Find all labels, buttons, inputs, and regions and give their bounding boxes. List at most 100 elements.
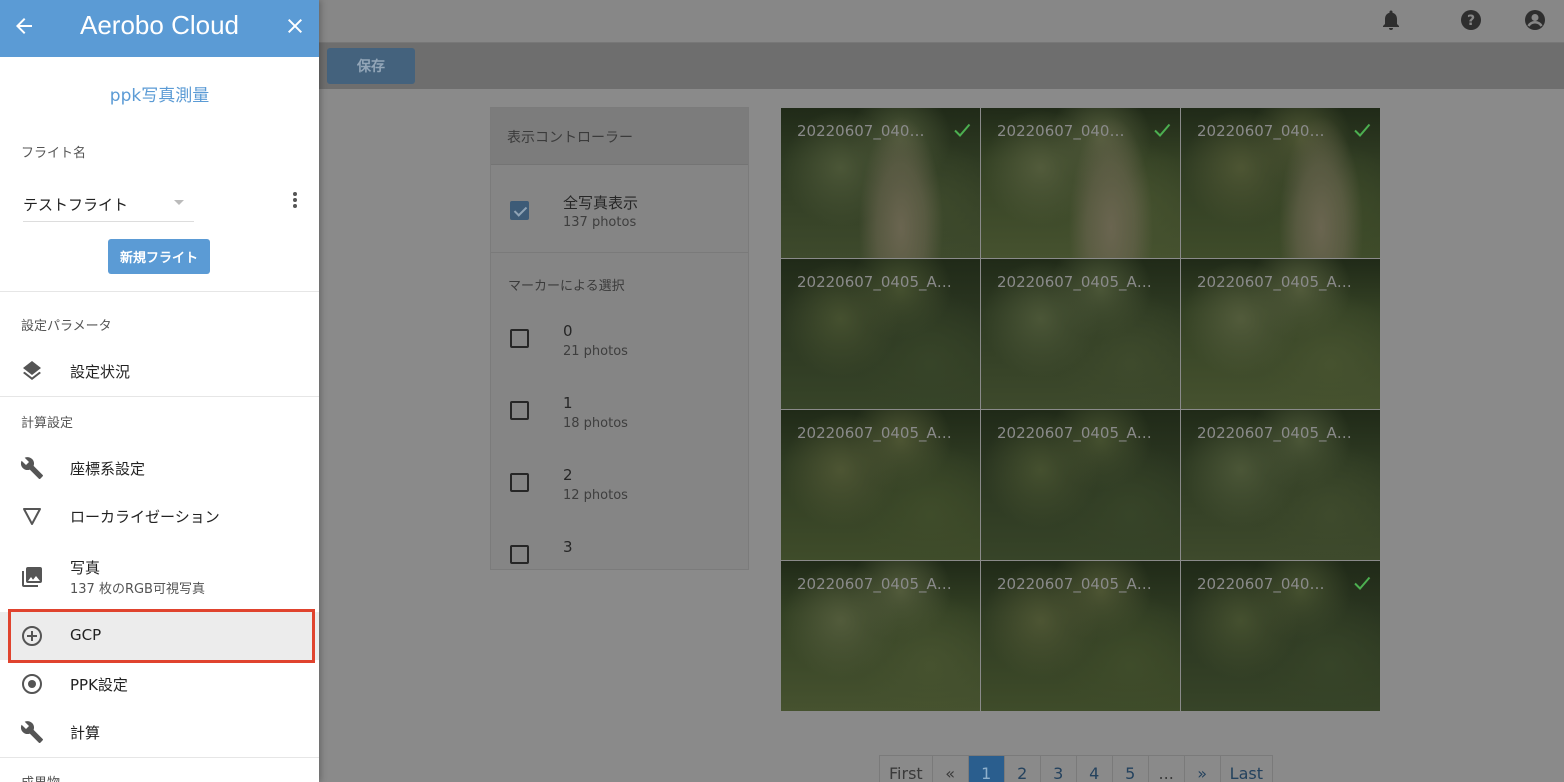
section-calc-label: 計算設定: [21, 416, 74, 431]
marker-row-0[interactable]: 0 21 photos: [491, 313, 748, 385]
nav-item-ppk-settings[interactable]: PPK設定: [0, 660, 319, 708]
display-controller-panel: 表示コントローラー 全写真表示 137 photos マーカーによる選択 0 2…: [490, 107, 749, 570]
photo-filename: 20220607_0405_A…: [997, 575, 1152, 593]
save-button[interactable]: 保存: [327, 48, 415, 84]
page-ellipsis: ...: [1149, 756, 1185, 782]
photo-filename: 20220607_0405_A…: [1197, 424, 1352, 442]
marker-row-1[interactable]: 1 18 photos: [491, 385, 748, 457]
page-next[interactable]: »: [1185, 756, 1221, 782]
triangle-down-icon: [20, 504, 44, 528]
photo-filename: 20220607_0405_A…: [797, 273, 952, 291]
photo-grid: 20220607_040… 20220607_040… 20220607_040… 2…: [781, 108, 1380, 711]
marker-count: 18 photos: [563, 416, 628, 431]
nav-sublabel: 137 枚のRGB可視写真: [70, 582, 205, 597]
photo-tile[interactable]: 20220607_0405_A…: [781, 259, 980, 409]
nav-item-settings-status[interactable]: 設定状況: [0, 347, 319, 395]
photo-tile[interactable]: 20220607_0405_A…: [781, 410, 980, 560]
chevron-down-icon: [174, 200, 184, 205]
photo-tile[interactable]: 20220607_0405_A…: [1181, 410, 1380, 560]
marker-label: 1: [563, 394, 573, 412]
highlight-annotation: [8, 609, 315, 663]
page-5[interactable]: 5: [1113, 756, 1149, 782]
photo-tile[interactable]: 20220607_0405_A…: [1181, 259, 1380, 409]
marker-label: 2: [563, 466, 573, 484]
radio-target-icon: [20, 672, 44, 696]
photo-tile[interactable]: 20220607_0405_A…: [781, 561, 980, 711]
app-title: Aerobo Cloud: [80, 10, 239, 40]
nav-label: 座標系設定: [70, 460, 146, 478]
photo-filename: 20220607_040…: [1197, 575, 1325, 593]
section-results-label: 成果物: [21, 772, 60, 782]
account-icon[interactable]: [1524, 9, 1546, 31]
marker-checkbox[interactable]: [510, 329, 529, 348]
photo-tile[interactable]: 20220607_0405_A…: [981, 561, 1180, 711]
divider: [0, 396, 319, 397]
page-last[interactable]: Last: [1221, 756, 1272, 782]
more-vert-icon[interactable]: [286, 190, 304, 210]
photo-filename: 20220607_0405_A…: [997, 273, 1152, 291]
project-name[interactable]: ppk写真測量: [0, 81, 319, 106]
marker-count: 12 photos: [563, 488, 628, 503]
pagination: First « 1 2 3 4 5 ... » Last: [879, 755, 1273, 782]
close-icon[interactable]: [283, 14, 307, 38]
nav-label: ローカライゼーション: [70, 508, 220, 526]
layers-icon: [20, 359, 44, 383]
page-prev[interactable]: «: [933, 756, 969, 782]
photo-filename: 20220607_0405_A…: [797, 424, 952, 442]
nav-item-photos[interactable]: 写真 137 枚のRGB可視写真: [0, 542, 319, 604]
marker-label: 3: [563, 538, 573, 556]
page-4[interactable]: 4: [1077, 756, 1113, 782]
display-controller-title: 表示コントローラー: [491, 108, 748, 165]
wrench-icon: [20, 720, 44, 744]
photo-filename: 20220607_0405_A…: [997, 424, 1152, 442]
nav-label: 計算: [70, 724, 101, 742]
photo-tile[interactable]: 20220607_0405_A…: [981, 259, 1180, 409]
page-first[interactable]: First: [880, 756, 933, 782]
marker-checkbox[interactable]: [510, 473, 529, 492]
marker-row-2[interactable]: 2 12 photos: [491, 457, 748, 529]
section-params-label: 設定パラメータ: [21, 319, 112, 334]
page-2[interactable]: 2: [1005, 756, 1041, 782]
photo-filename: 20220607_040…: [1197, 122, 1325, 140]
new-flight-button[interactable]: 新規フライト: [108, 239, 210, 274]
help-icon[interactable]: ?: [1460, 9, 1482, 31]
photo-tile[interactable]: 20220607_0405_A…: [981, 410, 1180, 560]
photo-library-icon: [20, 565, 44, 589]
photo-tile[interactable]: 20220607_040…: [981, 108, 1180, 258]
photo-filename: 20220607_0405_A…: [1197, 273, 1352, 291]
nav-item-calculation[interactable]: 計算: [0, 708, 319, 756]
check-icon: [952, 120, 972, 140]
check-icon: [1352, 120, 1372, 140]
marker-count: 21 photos: [563, 344, 628, 359]
divider: [0, 291, 319, 292]
photo-tile[interactable]: 20220607_040…: [1181, 108, 1380, 258]
wrench-icon: [20, 456, 44, 480]
svg-text:?: ?: [1467, 13, 1475, 29]
flight-name-label: フライト名: [21, 146, 87, 161]
marker-row-3[interactable]: 3: [491, 529, 748, 569]
check-icon: [1352, 573, 1372, 593]
photo-filename: 20220607_040…: [797, 122, 925, 140]
marker-checkbox[interactable]: [510, 401, 529, 420]
nav-item-localization[interactable]: ローカライゼーション: [0, 492, 319, 540]
show-all-checkbox[interactable]: [510, 201, 529, 220]
navigation-drawer: Aerobo Cloud ppk写真測量 フライト名 テストフライト 新規フライ…: [0, 0, 319, 782]
photo-filename: 20220607_040…: [997, 122, 1125, 140]
photo-tile[interactable]: 20220607_040…: [1181, 561, 1380, 711]
nav-label: 写真: [70, 559, 101, 577]
page-1[interactable]: 1: [968, 756, 1005, 782]
show-all-photos-row[interactable]: 全写真表示 137 photos: [491, 165, 748, 253]
marker-checkbox[interactable]: [510, 545, 529, 564]
photo-tile[interactable]: 20220607_040…: [781, 108, 980, 258]
divider: [0, 757, 319, 758]
bell-icon[interactable]: [1380, 9, 1402, 31]
drawer-header: Aerobo Cloud: [0, 0, 319, 57]
flight-select[interactable]: テストフライト: [23, 186, 194, 222]
show-all-count: 137 photos: [563, 215, 637, 230]
nav-label: 設定状況: [70, 363, 131, 381]
page-3[interactable]: 3: [1041, 756, 1077, 782]
photo-filename: 20220607_0405_A…: [797, 575, 952, 593]
check-icon: [1152, 120, 1172, 140]
nav-item-coordinate-system[interactable]: 座標系設定: [0, 444, 319, 492]
marker-label: 0: [563, 322, 573, 340]
